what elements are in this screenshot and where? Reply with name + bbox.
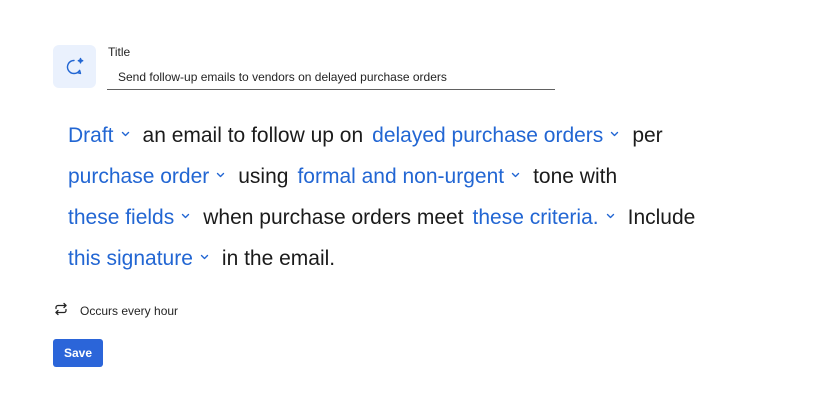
chevron-down-icon: [216, 172, 225, 178]
sentence-token-dropdown[interactable]: purchase order: [68, 165, 225, 189]
chevron-down-icon: [181, 213, 190, 219]
token-label: purchase order: [68, 164, 210, 188]
sentence-token-dropdown[interactable]: these fields: [68, 206, 190, 230]
sentence-token-dropdown[interactable]: delayed purchase orders: [372, 124, 619, 148]
title-label: Title: [108, 45, 131, 59]
token-label: formal and non-urgent: [297, 164, 505, 188]
sentence-text: when purchase orders meet: [203, 205, 464, 229]
sentence-text: using: [238, 164, 289, 188]
sentence-text: per: [632, 123, 663, 147]
title-input[interactable]: [107, 64, 555, 90]
frequency-label: Occurs every hour: [80, 303, 179, 318]
token-label: Draft: [68, 123, 114, 147]
token-label: these fields: [68, 205, 175, 229]
chevron-down-icon: [511, 172, 520, 178]
sparkle-chat-icon: [53, 45, 96, 88]
flow-editor: Title Draft an email to follow up on delay…: [0, 0, 817, 401]
sentence-text: Include: [627, 205, 696, 229]
chevron-down-icon: [606, 213, 615, 219]
sentence-token-dropdown[interactable]: these criteria.: [473, 206, 615, 230]
token-label: this signature: [68, 246, 193, 270]
chevron-down-icon: [610, 131, 619, 137]
sentence-token-dropdown[interactable]: Draft: [68, 124, 130, 148]
sentence-line: this signature in the email.: [68, 238, 788, 279]
sentence-text: tone with: [533, 164, 618, 188]
chevron-down-icon: [121, 131, 130, 137]
repeat-icon: [53, 301, 69, 320]
token-label: delayed purchase orders: [372, 123, 604, 147]
sentence-token-dropdown[interactable]: this signature: [68, 247, 209, 271]
token-label: these criteria.: [472, 205, 599, 229]
sentence-text: an email to follow up on: [142, 123, 364, 147]
frequency-row[interactable]: Occurs every hour: [53, 301, 178, 320]
sentence-text: in the email.: [221, 246, 336, 270]
chevron-down-icon: [200, 254, 209, 260]
sentence-token-dropdown[interactable]: formal and non-urgent: [297, 165, 520, 189]
sentence-line: these fields when purchase orders meet the…: [68, 197, 788, 238]
sentence-line: purchase order using formal and non-urgent…: [68, 156, 788, 197]
instruction-sentence: Draft an email to follow up on delayed pur…: [68, 115, 788, 279]
sentence-line: Draft an email to follow up on delayed pur…: [68, 115, 788, 156]
save-button[interactable]: Save: [53, 339, 103, 367]
